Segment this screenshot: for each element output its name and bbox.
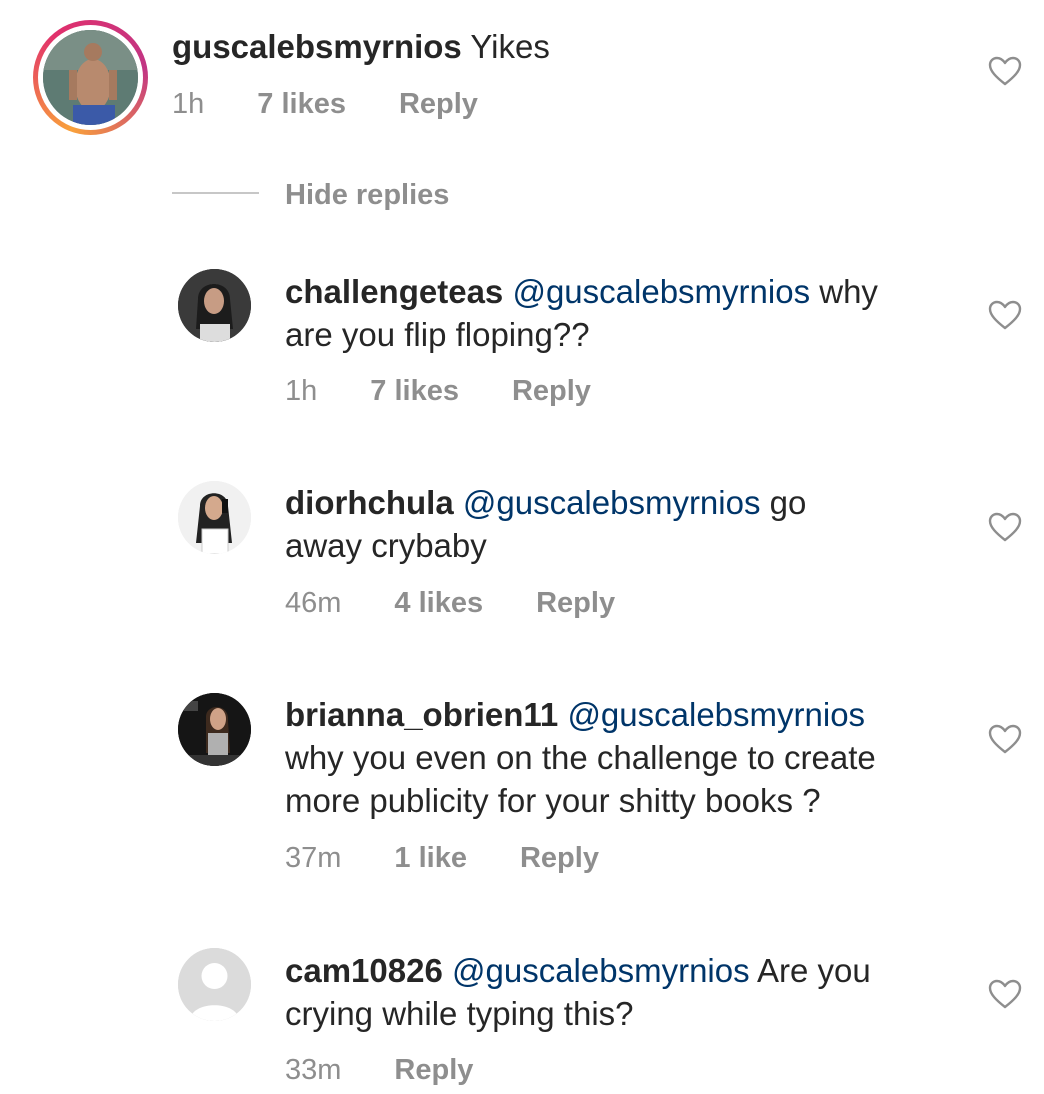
- likes-count[interactable]: 4 likes: [394, 585, 483, 621]
- reply-button[interactable]: Reply: [520, 840, 599, 876]
- divider: [172, 192, 259, 194]
- reply-button[interactable]: Reply: [394, 1052, 473, 1088]
- reply-body-1: Are you: [756, 952, 871, 989]
- likes-count[interactable]: 7 likes: [370, 373, 459, 409]
- reply-text: challengeteas @guscalebsmyrnios why are …: [285, 270, 965, 356]
- username[interactable]: diorhchula: [285, 484, 454, 521]
- timestamp: 1h: [172, 88, 205, 120]
- comment-text: guscalebsmyrnios Yikes: [172, 25, 550, 68]
- avatar[interactable]: [178, 269, 251, 342]
- heart-outline-icon[interactable]: [988, 300, 1022, 330]
- reply-meta: 46m 4 likes Reply: [285, 585, 615, 621]
- timestamp: 37m: [285, 842, 342, 874]
- reply-text: cam10826 @guscalebsmyrnios Are you cryin…: [285, 949, 965, 1035]
- story-ring[interactable]: [33, 20, 148, 135]
- timestamp: 33m: [285, 1054, 342, 1086]
- reply-body-3: more publicity for your shitty books ?: [285, 782, 821, 819]
- reply-meta: 1h 7 likes Reply: [285, 373, 591, 409]
- reply-body-1: go: [769, 484, 807, 521]
- heart-outline-icon[interactable]: [988, 724, 1022, 754]
- likes-count[interactable]: 1 like: [394, 840, 467, 876]
- reply-button[interactable]: Reply: [399, 86, 478, 122]
- reply-body-2: away crybaby: [285, 527, 487, 564]
- username[interactable]: guscalebsmyrnios: [172, 28, 462, 65]
- heart-outline-icon[interactable]: [988, 979, 1022, 1009]
- hide-replies-button[interactable]: Hide replies: [285, 177, 449, 213]
- timestamp: 1h: [285, 375, 318, 407]
- avatar[interactable]: [178, 948, 251, 1021]
- heart-outline-icon[interactable]: [988, 56, 1022, 86]
- mention[interactable]: @guscalebsmyrnios: [463, 484, 761, 521]
- reply-body-2: are you flip floping??: [285, 316, 590, 353]
- reply-text: diorhchula @guscalebsmyrnios go away cry…: [285, 481, 965, 567]
- timestamp: 46m: [285, 587, 342, 619]
- reply-text: brianna_obrien11 @guscalebsmyrnios why y…: [285, 693, 985, 822]
- likes-count[interactable]: 7 likes: [257, 86, 346, 122]
- reply-button[interactable]: Reply: [512, 373, 591, 409]
- avatar[interactable]: [43, 30, 138, 125]
- heart-outline-icon[interactable]: [988, 512, 1022, 542]
- comment-body: Yikes: [470, 28, 550, 65]
- mention[interactable]: @guscalebsmyrnios: [567, 696, 865, 733]
- avatar[interactable]: [178, 693, 251, 766]
- reply-body-2: why you even on the challenge to create: [285, 739, 876, 776]
- reply-button[interactable]: Reply: [536, 585, 615, 621]
- comment-meta: 1h 7 likes Reply: [172, 86, 478, 122]
- reply-body-1: why: [819, 273, 878, 310]
- mention[interactable]: @guscalebsmyrnios: [452, 952, 750, 989]
- reply-body-2: crying while typing this?: [285, 995, 634, 1032]
- username[interactable]: challengeteas: [285, 273, 503, 310]
- avatar[interactable]: [178, 481, 251, 554]
- mention[interactable]: @guscalebsmyrnios: [512, 273, 810, 310]
- reply-meta: 33m Reply: [285, 1052, 473, 1088]
- username[interactable]: brianna_obrien11: [285, 696, 558, 733]
- reply-meta: 37m 1 like Reply: [285, 840, 599, 876]
- username[interactable]: cam10826: [285, 952, 443, 989]
- comment-main: guscalebsmyrnios Yikes 1h 7 likes Reply: [0, 0, 1044, 140]
